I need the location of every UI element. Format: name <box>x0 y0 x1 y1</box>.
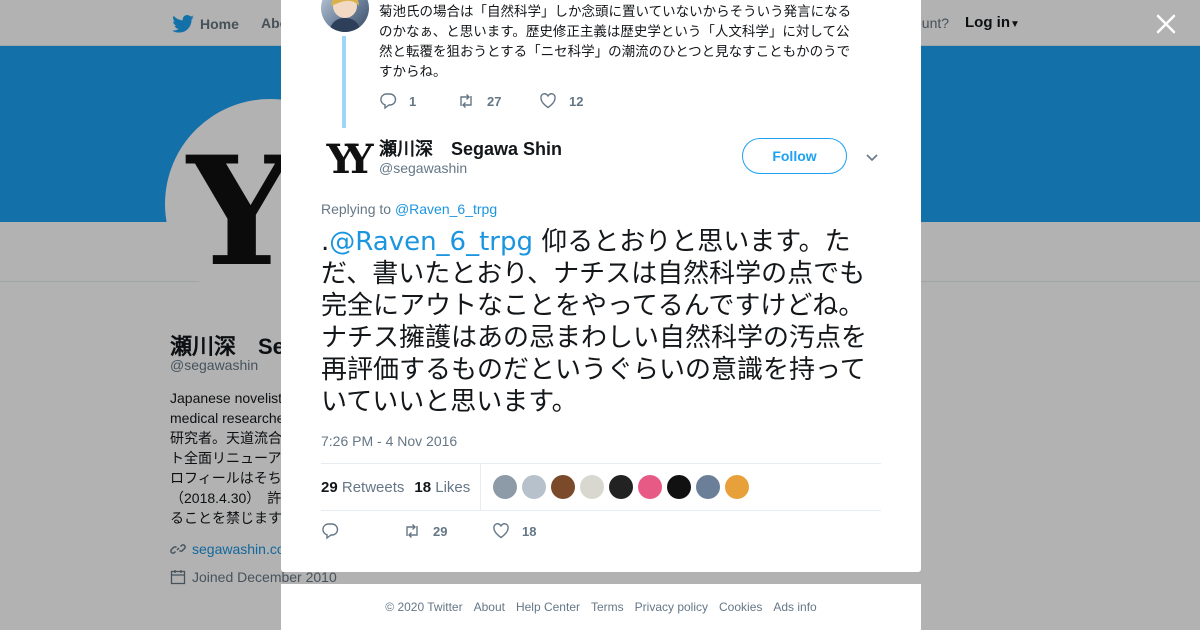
liker-avatar[interactable] <box>696 475 721 499</box>
previous-tweet-avatar[interactable] <box>321 0 369 32</box>
thread-connector <box>342 36 346 128</box>
liker-avatar[interactable] <box>493 475 518 499</box>
reply-count: 1 <box>409 93 417 109</box>
tweet-author-name[interactable]: 瀬川深 Segawa Shin <box>379 135 562 161</box>
retweet-count: 29 <box>433 523 448 539</box>
tweet-actions: 29 18 <box>321 522 536 540</box>
footer-terms[interactable]: Terms <box>591 600 624 614</box>
retweet-count: 27 <box>487 93 502 109</box>
tweet-author-avatar[interactable]: YY <box>321 135 373 183</box>
heart-icon <box>493 523 509 539</box>
footer-ads-info[interactable]: Ads info <box>773 600 816 614</box>
reply-button[interactable]: 1 <box>379 92 457 110</box>
follow-button[interactable]: Follow <box>742 138 847 174</box>
reply-icon <box>380 93 397 110</box>
replying-to-link[interactable]: @Raven_6_trpg <box>395 201 497 217</box>
liker-avatar[interactable] <box>638 475 663 499</box>
previous-tweet-actions: 1 27 12 <box>379 92 583 110</box>
like-count: 12 <box>569 93 584 109</box>
replying-prefix: Replying to <box>321 201 395 217</box>
retweets-stat-label: Retweets <box>341 478 405 496</box>
likes-stat[interactable]: 18 Likes <box>414 479 470 496</box>
tweet-stats: 29 Retweets 18 Likes <box>321 463 881 511</box>
tweet-author-handle[interactable]: @segawashin <box>379 160 467 176</box>
retweet-button[interactable]: 29 <box>403 522 492 540</box>
reply-button[interactable] <box>321 522 403 540</box>
tweet-modal: 菊池氏の場合は「自然科学」しか念頭に置いていないからそういう発言になる のかなぁ… <box>281 0 921 572</box>
heart-icon <box>540 93 556 109</box>
close-icon[interactable] <box>1152 10 1180 38</box>
like-button[interactable]: 18 <box>492 522 536 540</box>
liker-avatar[interactable] <box>551 475 576 499</box>
liker-avatar[interactable] <box>580 475 605 499</box>
likes-stat-label: Likes <box>435 478 471 496</box>
retweet-button[interactable]: 27 <box>457 92 539 110</box>
footer-about[interactable]: About <box>474 600 505 614</box>
tweet-text: .@Raven_6_trpg 仰るとおりと思います。ただ、書いたとおり、ナチスは… <box>321 226 886 418</box>
like-count: 18 <box>522 523 537 539</box>
tweet-mention-link[interactable]: @Raven_6_trpg <box>329 227 533 257</box>
retweets-stat-count: 29 <box>321 478 338 496</box>
liker-avatar[interactable] <box>609 475 634 499</box>
liker-avatar[interactable] <box>522 475 547 499</box>
liker-avatar[interactable] <box>667 475 692 499</box>
liker-avatars <box>493 475 750 499</box>
retweet-icon <box>460 94 472 108</box>
replying-to: Replying to @Raven_6_trpg <box>321 201 497 217</box>
footer-cookies[interactable]: Cookies <box>719 600 762 614</box>
reply-icon <box>322 523 339 540</box>
stats-divider <box>480 463 482 511</box>
liker-avatar[interactable] <box>725 475 750 499</box>
yy-logo-icon: YY <box>326 135 373 183</box>
previous-tweet-text: 菊池氏の場合は「自然科学」しか念頭に置いていないからそういう発言になる のかなぁ… <box>379 4 852 80</box>
tweet-timestamp[interactable]: 7:26 PM - 4 Nov 2016 <box>321 433 457 449</box>
footer: © 2020 Twitter About Help Center Terms P… <box>281 584 921 630</box>
footer-help-center[interactable]: Help Center <box>516 600 580 614</box>
likes-stat-count: 18 <box>414 478 432 496</box>
footer-copyright[interactable]: © 2020 Twitter <box>385 600 462 614</box>
footer-privacy[interactable]: Privacy policy <box>635 600 708 614</box>
retweet-icon <box>406 524 418 538</box>
anime-avatar-icon <box>329 0 361 32</box>
retweets-stat[interactable]: 29 Retweets <box>321 479 404 496</box>
chevron-down-icon[interactable] <box>865 150 879 164</box>
like-button[interactable]: 12 <box>539 92 583 110</box>
